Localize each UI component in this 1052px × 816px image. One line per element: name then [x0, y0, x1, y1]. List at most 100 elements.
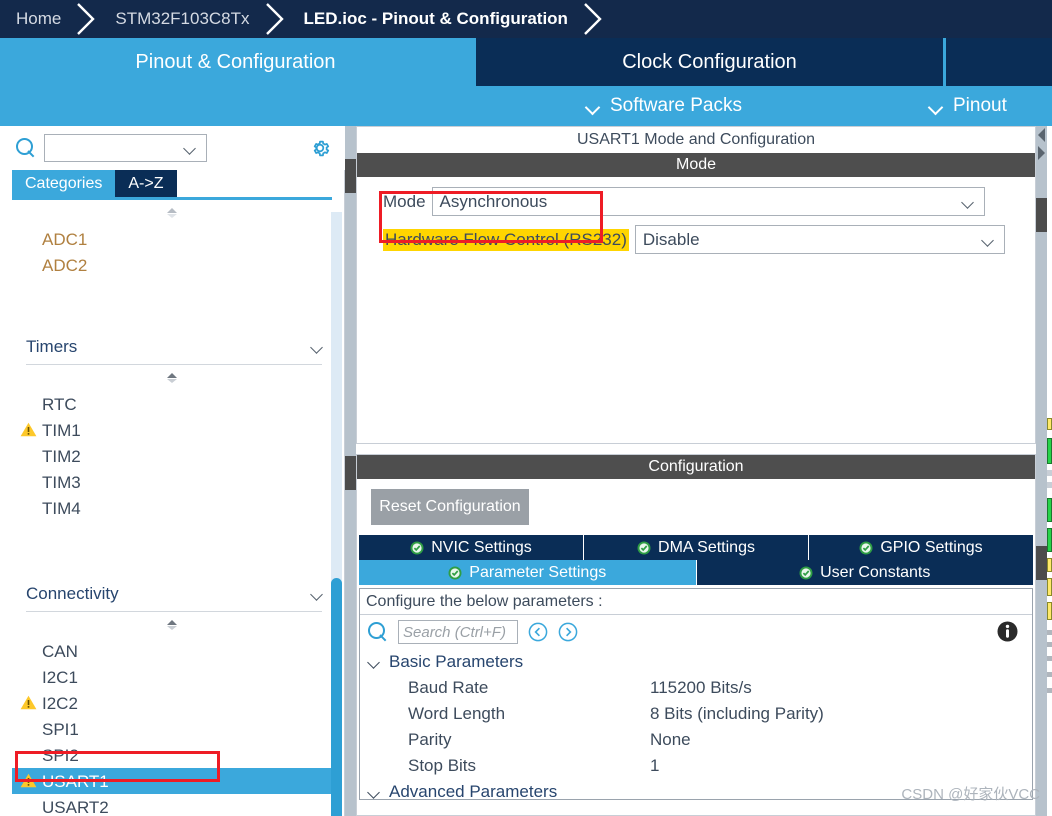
tab-user-constants[interactable]: User Constants	[696, 560, 1033, 585]
ip-item-tim4[interactable]: TIM4	[12, 495, 332, 521]
tab-label: A->Z	[128, 174, 164, 192]
sidebar-scrollbar-thumb[interactable]	[331, 578, 342, 816]
splitter-grip[interactable]	[345, 456, 356, 490]
ip-item-i2c2[interactable]: I2C2	[12, 690, 332, 716]
flow-control-field-label: Hardware Flow Control (RS232)	[383, 228, 629, 251]
breadcrumb-item-mcu[interactable]: STM32F103C8Tx	[99, 0, 263, 38]
tab-label: GPIO Settings	[880, 538, 983, 556]
param-group-basic[interactable]: Basic Parameters	[360, 649, 1032, 675]
check-circle-icon	[448, 566, 462, 580]
chevron-down-icon	[929, 102, 944, 111]
ip-item-spi1[interactable]: SPI1	[12, 716, 332, 742]
ip-search-row	[0, 126, 345, 170]
ip-search-combo[interactable]	[44, 134, 207, 162]
menu-software-packs[interactable]: Software Packs	[586, 86, 742, 126]
chevron-down-icon	[368, 658, 381, 666]
scroll-spinner-icon[interactable]	[12, 612, 332, 638]
ip-item-i2c1[interactable]: I2C1	[12, 664, 332, 690]
ip-group-timers[interactable]: Timers	[12, 330, 332, 364]
ip-item-label: SPI1	[42, 719, 79, 739]
pin-marker	[1047, 672, 1052, 677]
tab-nvic-settings[interactable]: NVIC Settings	[359, 535, 584, 560]
ip-group-label: Timers	[26, 337, 78, 356]
breadcrumb: Home STM32F103C8Tx LED.ioc - Pinout & Co…	[0, 0, 1052, 38]
param-name: Word Length	[408, 704, 506, 723]
tab-project-manager[interactable]	[946, 38, 1052, 86]
ip-item-usart2[interactable]: USART2	[12, 794, 332, 816]
right-splitter[interactable]	[1036, 126, 1047, 816]
param-name: Parity	[408, 730, 452, 749]
breadcrumb-item-home[interactable]: Home	[0, 0, 75, 38]
mode-panel: USART1 Mode and Configuration Mode Mode …	[356, 126, 1036, 444]
mode-select[interactable]: Asynchronous	[431, 187, 985, 216]
tab-parameter-settings[interactable]: Parameter Settings	[359, 560, 697, 585]
configuration-panel: Configuration Reset Configuration NVIC S…	[356, 454, 1036, 816]
parameter-toolbar: Search (Ctrl+F)	[360, 615, 1032, 649]
tab-clock-configuration[interactable]: Clock Configuration	[476, 38, 943, 86]
search-next-button[interactable]	[558, 622, 578, 642]
ip-item-label: I2C2	[42, 693, 78, 713]
ip-item-tim1[interactable]: TIM1	[12, 417, 332, 443]
splitter-grip[interactable]	[1036, 198, 1047, 232]
param-group-label: Basic Parameters	[389, 652, 524, 671]
scroll-spinner-icon[interactable]	[12, 365, 332, 391]
breadcrumb-separator-icon	[582, 0, 606, 38]
parameter-search-input[interactable]: Search (Ctrl+F)	[398, 620, 518, 644]
ip-item-adc1[interactable]: ADC1	[12, 226, 332, 252]
left-splitter[interactable]	[345, 126, 356, 816]
ip-group-connectivity[interactable]: Connectivity	[12, 577, 332, 611]
ip-item-can[interactable]: CAN	[12, 638, 332, 664]
breadcrumb-item-current[interactable]: LED.ioc - Pinout & Configuration	[288, 0, 582, 38]
pin-marker	[1047, 438, 1052, 464]
splitter-collapse-arrows[interactable]	[1036, 126, 1047, 166]
main-tab-bar: Pinout & Configuration Clock Configurati…	[0, 38, 1052, 86]
info-icon[interactable]	[997, 621, 1018, 642]
param-row-baud-rate[interactable]: Baud Rate 115200 Bits/s	[360, 675, 1032, 701]
menu-pinout[interactable]: Pinout	[929, 86, 1007, 126]
chevron-down-icon	[982, 236, 995, 244]
tab-label: Categories	[25, 174, 103, 192]
tab-pinout-configuration[interactable]: Pinout & Configuration	[0, 38, 471, 86]
reset-row: Reset Configuration	[357, 479, 1035, 535]
ip-item-label: ADC2	[42, 255, 88, 275]
sub-menu-bar: Software Packs Pinout	[0, 86, 1052, 126]
pin-marker	[1047, 528, 1052, 552]
mode-value: Asynchronous	[439, 191, 548, 211]
ip-item-rtc[interactable]: RTC	[12, 391, 332, 417]
tab-gpio-settings[interactable]: GPIO Settings	[809, 535, 1033, 560]
param-row-word-length[interactable]: Word Length 8 Bits (including Parity)	[360, 701, 1032, 727]
reset-configuration-button[interactable]: Reset Configuration	[371, 489, 529, 525]
tab-dma-settings[interactable]: DMA Settings	[584, 535, 809, 560]
ip-item-tim3[interactable]: TIM3	[12, 469, 332, 495]
splitter-grip[interactable]	[1036, 546, 1047, 580]
splitter-grip[interactable]	[345, 159, 356, 193]
tab-a-to-z[interactable]: A->Z	[115, 170, 177, 197]
tab-label: NVIC Settings	[431, 538, 532, 556]
pin-marker	[1047, 688, 1052, 693]
param-row-parity[interactable]: Parity None	[360, 727, 1032, 753]
tab-label: User Constants	[820, 563, 931, 581]
ip-item-label: RTC	[42, 394, 77, 414]
gear-icon[interactable]	[309, 137, 331, 159]
pinout-preview-strip[interactable]	[1047, 126, 1052, 816]
param-value: 1	[650, 756, 660, 775]
ip-item-label: SPI2	[42, 745, 79, 765]
menu-label: Pinout	[953, 95, 1007, 116]
search-previous-button[interactable]	[528, 622, 548, 642]
chevron-down-icon	[311, 343, 324, 351]
chevron-down-icon	[311, 590, 324, 598]
warning-icon	[20, 773, 37, 788]
scroll-spinner-icon[interactable]	[12, 200, 332, 226]
flow-control-select[interactable]: Disable	[634, 225, 1005, 254]
configuration-section-header: Configuration	[357, 455, 1035, 479]
ip-item-tim2[interactable]: TIM2	[12, 443, 332, 469]
ip-item-usart1[interactable]: USART1	[12, 768, 332, 794]
tab-categories[interactable]: Categories	[12, 170, 116, 197]
ip-item-adc2[interactable]: ADC2	[12, 252, 332, 278]
config-tabs-row-2: Parameter Settings User Constants	[359, 560, 1033, 585]
param-row-stop-bits[interactable]: Stop Bits 1	[360, 753, 1032, 779]
flow-control-row: Hardware Flow Control (RS232) Disable	[357, 224, 1035, 255]
ip-item-spi2[interactable]: SPI2	[12, 742, 332, 768]
